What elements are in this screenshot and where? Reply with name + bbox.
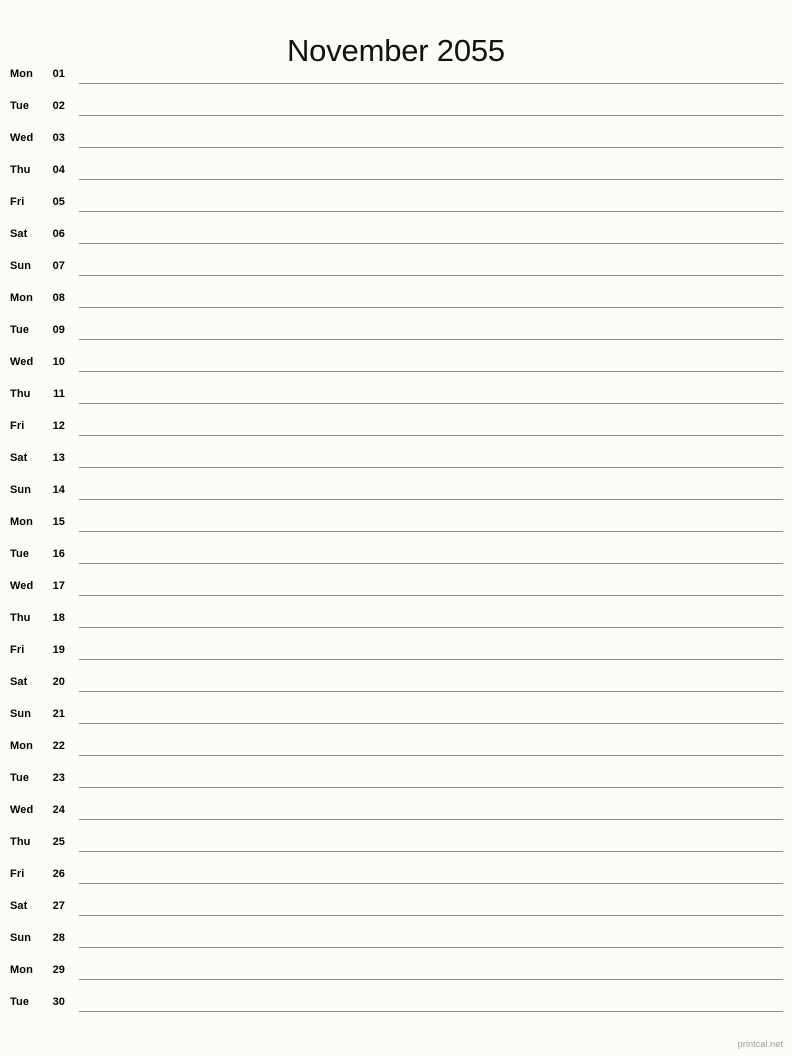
day-row: Fri 05 <box>0 188 792 220</box>
day-number-label: 15 <box>52 516 65 528</box>
day-writing-line[interactable] <box>79 499 783 500</box>
day-row: Sun 21 <box>0 700 792 732</box>
day-row: Tue 16 <box>0 540 792 572</box>
day-writing-line[interactable] <box>79 243 783 244</box>
day-row: Mon 01 <box>0 60 792 92</box>
day-number-label: 23 <box>52 772 65 784</box>
day-writing-line[interactable] <box>79 115 783 116</box>
day-row: Mon 08 <box>0 284 792 316</box>
day-row: Sun 14 <box>0 476 792 508</box>
day-writing-line[interactable] <box>79 595 783 596</box>
day-number-label: 12 <box>52 420 65 432</box>
day-number-label: 28 <box>52 932 65 944</box>
day-row: Thu 18 <box>0 604 792 636</box>
day-number-label: 04 <box>52 164 65 176</box>
day-number-label: 10 <box>52 356 65 368</box>
day-writing-line[interactable] <box>79 947 783 948</box>
day-row: Thu 25 <box>0 828 792 860</box>
day-writing-line[interactable] <box>79 883 783 884</box>
day-writing-line[interactable] <box>79 755 783 756</box>
day-row: Tue 23 <box>0 764 792 796</box>
day-writing-line[interactable] <box>79 659 783 660</box>
day-number-label: 07 <box>52 260 65 272</box>
day-writing-line[interactable] <box>79 531 783 532</box>
day-row: Wed 24 <box>0 796 792 828</box>
day-number-label: 19 <box>52 644 65 656</box>
day-number-label: 18 <box>52 612 65 624</box>
day-row: Sun 07 <box>0 252 792 284</box>
day-number-label: 08 <box>52 292 65 304</box>
day-row: Mon 15 <box>0 508 792 540</box>
day-row: Sat 06 <box>0 220 792 252</box>
day-number-label: 09 <box>52 324 65 336</box>
day-writing-line[interactable] <box>79 179 783 180</box>
day-number-label: 25 <box>52 836 65 848</box>
day-number-label: 14 <box>52 484 65 496</box>
footer-credit: printcal.net <box>737 1039 783 1049</box>
day-number-label: 06 <box>52 228 65 240</box>
day-writing-line[interactable] <box>79 339 783 340</box>
day-writing-line[interactable] <box>79 627 783 628</box>
day-row: Fri 26 <box>0 860 792 892</box>
day-writing-line[interactable] <box>79 787 783 788</box>
day-row: Sun 28 <box>0 924 792 956</box>
day-number-label: 17 <box>52 580 65 592</box>
day-number-label: 20 <box>52 676 65 688</box>
day-writing-line[interactable] <box>79 371 783 372</box>
day-number-label: 22 <box>52 740 65 752</box>
day-row: Fri 19 <box>0 636 792 668</box>
day-row: Sat 20 <box>0 668 792 700</box>
day-writing-line[interactable] <box>79 147 783 148</box>
day-writing-line[interactable] <box>79 979 783 980</box>
day-row: Wed 03 <box>0 124 792 156</box>
day-row: Sat 13 <box>0 444 792 476</box>
day-writing-line[interactable] <box>79 915 783 916</box>
day-row: Mon 22 <box>0 732 792 764</box>
day-writing-line[interactable] <box>79 819 783 820</box>
day-writing-line[interactable] <box>79 435 783 436</box>
day-rows-list: Mon 01 Tue 02 Wed 03 Thu 04 Fri 05 Sat 06 Sun 07 Mon 08… <box>0 60 792 1020</box>
day-writing-line[interactable] <box>79 467 783 468</box>
day-number-label: 24 <box>52 804 65 816</box>
day-number-label: 21 <box>52 708 65 720</box>
day-number-label: 01 <box>52 68 65 80</box>
day-number-label: 11 <box>53 388 65 400</box>
day-writing-line[interactable] <box>79 691 783 692</box>
day-row: Wed 17 <box>0 572 792 604</box>
day-row: Fri 12 <box>0 412 792 444</box>
day-row: Tue 02 <box>0 92 792 124</box>
day-writing-line[interactable] <box>79 723 783 724</box>
day-number-label: 30 <box>52 996 65 1008</box>
day-number-label: 13 <box>52 452 65 464</box>
day-row: Thu 11 <box>0 380 792 412</box>
day-writing-line[interactable] <box>79 275 783 276</box>
day-row: Tue 30 <box>0 988 792 1020</box>
day-row: Mon 29 <box>0 956 792 988</box>
day-writing-line[interactable] <box>79 403 783 404</box>
day-row: Wed 10 <box>0 348 792 380</box>
day-number-label: 02 <box>52 100 65 112</box>
day-number-label: 27 <box>52 900 65 912</box>
day-writing-line[interactable] <box>79 1011 783 1012</box>
day-row: Thu 04 <box>0 156 792 188</box>
calendar-page: November 2055 Mon 01 Tue 02 Wed 03 Thu 04 Fri 05 S… <box>0 0 792 1056</box>
day-number-label: 29 <box>52 964 65 976</box>
day-number-label: 05 <box>52 196 65 208</box>
day-row: Tue 09 <box>0 316 792 348</box>
day-writing-line[interactable] <box>79 851 783 852</box>
day-row: Sat 27 <box>0 892 792 924</box>
day-number-label: 16 <box>52 548 65 560</box>
day-number-label: 03 <box>52 132 65 144</box>
day-writing-line[interactable] <box>79 563 783 564</box>
day-writing-line[interactable] <box>79 211 783 212</box>
day-number-label: 26 <box>52 868 65 880</box>
day-writing-line[interactable] <box>79 83 783 84</box>
day-writing-line[interactable] <box>79 307 783 308</box>
